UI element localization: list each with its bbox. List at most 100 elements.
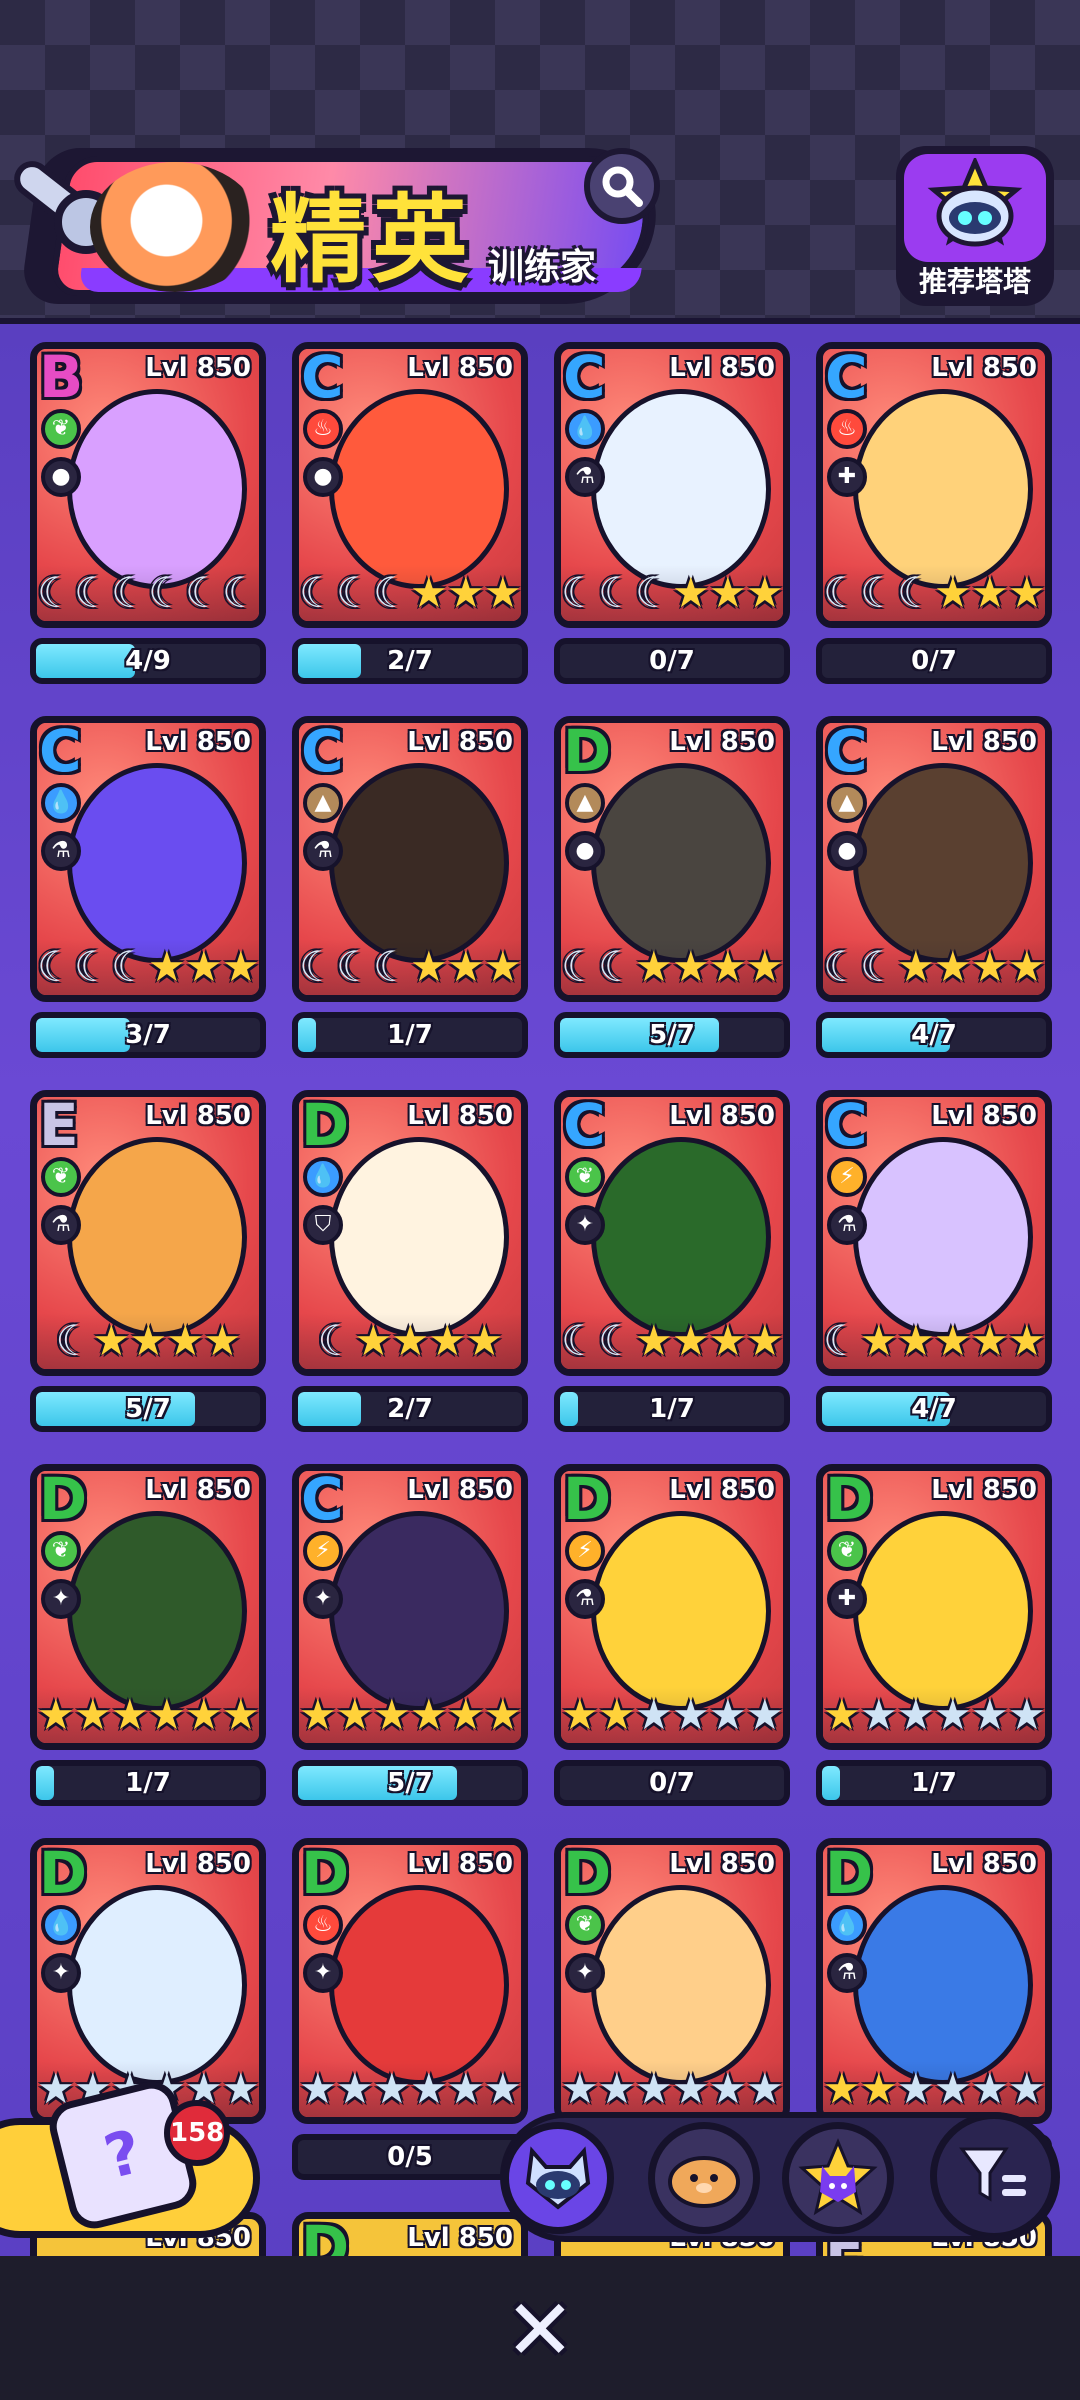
close-icon[interactable]: ✕ — [500, 2281, 580, 2379]
purple-cat-star-icon — [798, 2138, 878, 2216]
moon-icon: ☾ — [561, 942, 599, 991]
search-button[interactable] — [584, 148, 660, 224]
monster-silhouette — [591, 1511, 771, 1711]
monster-card[interactable]: D Lvl 850 💧 ⚗ ★ ★ ★ ★ ★ ★ — [816, 1838, 1052, 2124]
monster-card[interactable]: D Lvl 850 💧 ⛉ ☾ ★ ★ ★ ★ — [292, 1090, 528, 1376]
star-rating: ★★★★★★ — [823, 2061, 1045, 2117]
gold-star-icon: ★ — [897, 1316, 935, 1365]
monster-card[interactable]: C Lvl 850 💧 ⚗ ☾ ☾ ☾ ★ ★ ★ — [30, 716, 266, 1002]
robot-cat-icon — [927, 158, 1023, 247]
moon-icon: ☾ — [598, 942, 636, 991]
shard-progress-bar: 0/5 — [292, 2134, 528, 2180]
leaf-element-icon: ❦ — [565, 1157, 605, 1197]
monster-card[interactable]: C Lvl 850 ♨ ✚ ☾ ☾ ☾ ★ ★ ★ — [816, 342, 1052, 628]
card-level: Lvl 850 — [669, 353, 775, 383]
card-level: Lvl 850 — [669, 727, 775, 757]
monster-card[interactable]: D Lvl 850 ❦ ✦ ★ ★ ★ ★ ★ ★ — [30, 1464, 266, 1750]
card-level: Lvl 850 — [931, 1475, 1037, 1505]
water-element-icon: 💧 — [41, 1905, 81, 1945]
card-grade: E — [39, 1091, 79, 1159]
silver-star-icon: ★ — [746, 1690, 784, 1739]
silver-star-icon: ★ — [672, 1690, 710, 1739]
monster-silhouette — [591, 389, 771, 589]
melee-role-icon: ✦ — [303, 1579, 343, 1619]
progress-text: 2/7 — [387, 1394, 433, 1424]
card-grade: D — [39, 1465, 88, 1533]
monster-card[interactable]: D Lvl 850 ♨ ✦ ★ ★ ★ ★ ★ ★ — [292, 1838, 528, 2124]
nav-robot-cat-button[interactable] — [502, 2122, 614, 2234]
gold-star-icon: ★ — [971, 1316, 1009, 1365]
silver-star-icon: ★ — [709, 2064, 747, 2113]
gold-star-icon: ★ — [111, 1690, 149, 1739]
silver-star-icon: ★ — [484, 2064, 522, 2113]
gold-star-icon: ★ — [934, 568, 972, 617]
card-grade: C — [563, 343, 606, 411]
progress-text: 0/5 — [387, 2142, 433, 2172]
water-element-icon: 💧 — [303, 1157, 343, 1197]
moon-icon: ☾ — [561, 568, 599, 617]
filter-icon — [959, 2147, 1026, 2202]
gold-star-icon: ★ — [484, 1690, 522, 1739]
monster-card[interactable]: E Lvl 850 ❦ ⚗ ☾ ★ ★ ★ ★ — [30, 1090, 266, 1376]
monster-card[interactable]: C Lvl 850 ♨ ● ☾ ☾ ☾ ★ ★ ★ — [292, 342, 528, 628]
filter-button[interactable] — [930, 2112, 1058, 2240]
shard-progress-bar: 1/7 — [816, 1760, 1052, 1806]
card-level: Lvl 850 — [145, 727, 251, 757]
monster-silhouette — [329, 1885, 509, 2085]
card-level: Lvl 850 — [931, 353, 1037, 383]
star-rating: ☾ ☾ ★ ★ ★ ★ — [561, 939, 783, 995]
silver-star-icon: ★ — [336, 2064, 374, 2113]
monster-card[interactable]: D Lvl 850 ❦ ✚ ★ ★ ★ ★ ★ ★ — [816, 1464, 1052, 1750]
leaf-element-icon: ❦ — [41, 1531, 81, 1571]
card-level: Lvl 850 — [931, 1849, 1037, 1879]
silver-star-icon: ★ — [897, 2064, 935, 2113]
monster-card[interactable]: C Lvl 850 ⚡ ✦ ★ ★ ★ ★ ★ ★ — [292, 1464, 528, 1750]
monster-card[interactable]: C Lvl 850 ❦ ✦ ☾ ☾ ★ ★ ★ ★ — [554, 1090, 790, 1376]
monster-card[interactable]: D Lvl 850 ⚡ ⚗ ★ ★ ★ ★ ★ ★ — [554, 1464, 790, 1750]
card-level: Lvl 850 — [669, 1849, 775, 1879]
card-level: Lvl 850 — [145, 353, 251, 383]
recommend-tower-button[interactable]: 推荐塔塔 — [896, 146, 1054, 306]
melee-role-icon: ✦ — [565, 1205, 605, 1245]
gold-star-icon: ★ — [222, 942, 260, 991]
leaf-element-icon: ❦ — [41, 409, 81, 449]
monster-silhouette — [853, 1137, 1033, 1337]
shard-progress-bar: 5/7 — [292, 1760, 528, 1806]
fire-element-icon: ♨ — [303, 409, 343, 449]
nav-hamster-button[interactable] — [648, 2122, 760, 2234]
gold-star-icon: ★ — [37, 1690, 75, 1739]
silver-star-icon: ★ — [934, 2064, 972, 2113]
gold-star-icon: ★ — [897, 942, 935, 991]
silver-star-icon: ★ — [447, 2064, 485, 2113]
robot-cat-icon — [525, 2146, 591, 2210]
card-level: Lvl 850 — [407, 353, 513, 383]
card-grade: C — [301, 717, 344, 785]
monster-card[interactable]: C Lvl 850 ▲ ⚗ ☾ ☾ ☾ ★ ★ ★ — [292, 716, 528, 1002]
monster-card[interactable]: D Lvl 850 ❦ ✦ ★ ★ ★ ★ ★ ★ — [554, 1838, 790, 2124]
progress-text: 1/7 — [911, 1768, 957, 1798]
card-level: Lvl 850 — [931, 1101, 1037, 1131]
moon-icon: ☾ — [148, 568, 186, 617]
moon-icon: ☾ — [37, 942, 75, 991]
nav-purple-cat-button[interactable] — [782, 2122, 894, 2234]
monster-card[interactable]: B Lvl 850 ❦ ● ☾ ☾ ☾ ☾ ☾ ☾ — [30, 342, 266, 628]
silver-star-icon: ★ — [635, 1690, 673, 1739]
gold-star-icon: ★ — [354, 1316, 393, 1365]
shield-role-icon: ⛉ — [303, 1205, 343, 1245]
monster-card[interactable]: C Lvl 850 ▲ ● ☾ ☾ ★ ★ ★ ★ — [816, 716, 1052, 1002]
progress-text: 5/7 — [649, 1020, 695, 1050]
gold-star-icon: ★ — [148, 1690, 186, 1739]
gold-star-icon: ★ — [148, 942, 186, 991]
gold-star-icon: ★ — [1008, 1316, 1046, 1365]
gold-star-icon: ★ — [428, 1316, 467, 1365]
star-rating: ☾ ☾ ☾ ★ ★ ★ — [299, 939, 521, 995]
monster-card[interactable]: C Lvl 850 ⚡ ⚗ ☾ ★ ★ ★ ★ ★ — [816, 1090, 1052, 1376]
moon-icon: ☾ — [598, 1316, 636, 1365]
monster-card[interactable]: C Lvl 850 💧 ⚗ ☾ ☾ ☾ ★ ★ ★ — [554, 342, 790, 628]
gold-star-icon: ★ — [92, 1316, 131, 1365]
monster-silhouette — [329, 389, 509, 589]
monster-card[interactable]: D Lvl 850 ▲ ● ☾ ☾ ★ ★ ★ ★ — [554, 716, 790, 1002]
shard-progress-bar: 4/7 — [816, 1386, 1052, 1432]
silver-star-icon: ★ — [299, 2064, 337, 2113]
star-rating: ★★★★★★ — [823, 1687, 1045, 1743]
